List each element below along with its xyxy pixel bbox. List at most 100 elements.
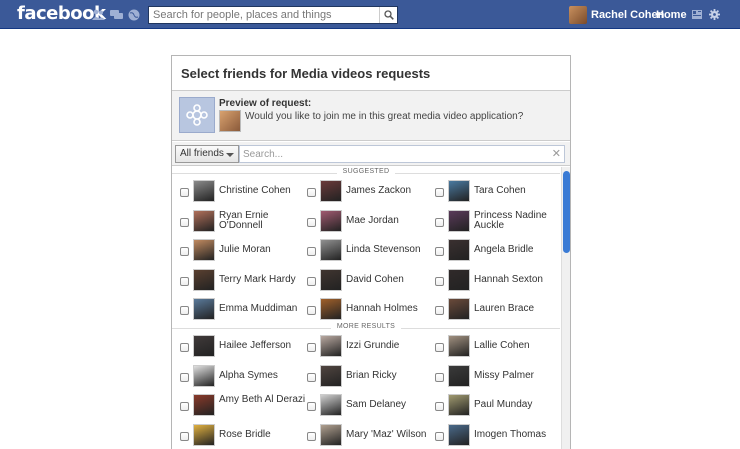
avatar [320, 298, 342, 320]
friend-checkbox[interactable] [180, 402, 189, 411]
friend-checkbox[interactable] [307, 217, 316, 227]
friend-item[interactable]: Paul Munday [435, 394, 563, 418]
friend-item[interactable]: Missy Palmer [435, 364, 563, 389]
friend-name: Hailee Jefferson [219, 340, 292, 351]
friend-checkbox[interactable] [180, 276, 189, 286]
avatar [320, 394, 342, 416]
friend-item[interactable]: Alpha Symes [180, 364, 308, 389]
filter-label: All friends [180, 148, 224, 159]
friend-name: Tara Cohen [474, 185, 526, 196]
friend-checkbox[interactable] [180, 247, 189, 256]
friend-checkbox[interactable] [435, 372, 444, 382]
friend-item[interactable]: Hannah Holmes [307, 298, 435, 322]
friend-checkbox[interactable] [435, 217, 444, 227]
clear-icon[interactable]: ✕ [552, 147, 561, 160]
friend-name: Princess Nadine Auckle [474, 209, 547, 231]
friend-checkbox[interactable] [180, 306, 189, 315]
friend-item[interactable]: Terry Mark Hardy [180, 268, 308, 293]
friend-checkbox[interactable] [435, 276, 444, 286]
friend-checkbox[interactable] [307, 276, 316, 286]
friend-item[interactable]: Christine Cohen [180, 180, 308, 204]
friend-item[interactable]: Mary 'Maz' Wilson [307, 423, 435, 448]
friend-checkbox[interactable] [435, 343, 444, 352]
avatar [320, 364, 342, 387]
top-search-input[interactable] [149, 7, 379, 23]
friend-name: Hannah Holmes [346, 303, 418, 314]
friend-name: Alpha Symes [219, 369, 278, 381]
avatar [193, 298, 215, 320]
friend-item[interactable]: Rose Bridle [180, 423, 308, 448]
friend-search-input[interactable] [240, 146, 540, 162]
friend-item[interactable]: Angela Bridle [435, 239, 563, 263]
avatar [448, 268, 470, 291]
friend-checkbox[interactable] [435, 247, 444, 256]
privacy-shortcuts-icon[interactable] [692, 10, 702, 22]
avatar [219, 110, 241, 132]
notifications-globe-icon[interactable] [128, 9, 140, 21]
friend-name: Lauren Brace [474, 303, 535, 314]
friend-checkbox[interactable] [307, 372, 316, 382]
friend-checkbox[interactable] [435, 306, 444, 315]
friend-item[interactable]: Imogen Thomas [435, 423, 563, 448]
gear-icon[interactable] [709, 9, 720, 23]
friend-item[interactable]: Hailee Jefferson [180, 335, 308, 359]
friend-item[interactable]: Lallie Cohen [435, 335, 563, 359]
messages-icon[interactable] [110, 9, 123, 20]
friend-item[interactable]: Ryan Ernie O'Donnell [180, 209, 308, 234]
filter-row: All friends ✕ [172, 142, 570, 166]
friends-filter-dropdown[interactable]: All friends [175, 145, 239, 163]
friend-checkbox[interactable] [307, 343, 316, 352]
friend-name: Lallie Cohen [474, 340, 530, 351]
avatar [193, 423, 215, 446]
friend-item[interactable]: Princess Nadine Auckle [435, 209, 563, 234]
friend-name: Ryan Ernie O'Donnell [219, 209, 269, 231]
search-icon[interactable] [379, 7, 397, 23]
friend-item[interactable]: Izzi Grundie [307, 335, 435, 359]
friend-checkbox[interactable] [180, 343, 189, 352]
friend-item[interactable]: Sam Delaney [307, 394, 435, 418]
friend-name: Mae Jordan [346, 214, 399, 226]
request-dialog: Select friends for Media videos requests… [171, 55, 571, 449]
friend-item[interactable]: Amy Beth Al Derazi [180, 394, 308, 418]
avatar [448, 335, 470, 357]
profile-link[interactable]: Rachel Cohen [569, 6, 664, 24]
friend-checkbox[interactable] [180, 217, 189, 227]
friend-checkbox[interactable] [307, 188, 316, 197]
request-preview: Preview of request: Would you like to jo… [172, 91, 570, 141]
avatar [320, 335, 342, 357]
friend-checkbox[interactable] [435, 431, 444, 441]
friend-name: Mary 'Maz' Wilson [346, 428, 427, 440]
avatar [193, 335, 215, 357]
avatar [193, 209, 215, 232]
friend-item[interactable]: David Cohen [307, 268, 435, 293]
friend-item[interactable]: Julie Moran [180, 239, 308, 263]
friend-checkbox[interactable] [180, 431, 189, 441]
friend-checkbox[interactable] [307, 247, 316, 256]
friend-item[interactable]: Linda Stevenson [307, 239, 435, 263]
friend-checkbox[interactable] [435, 188, 444, 197]
friend-item[interactable]: Brian Ricky [307, 364, 435, 389]
friend-requests-icon[interactable] [92, 9, 105, 20]
friend-checkbox[interactable] [307, 306, 316, 315]
friend-item[interactable]: Hannah Sexton [435, 268, 563, 293]
friend-checkbox[interactable] [435, 402, 444, 411]
friend-item[interactable]: James Zackon [307, 180, 435, 204]
friend-checkbox[interactable] [180, 188, 189, 197]
friend-item[interactable]: Lauren Brace [435, 298, 563, 322]
section-header-suggested: SUGGESTED [172, 168, 560, 178]
friend-item[interactable]: Mae Jordan [307, 209, 435, 234]
friend-checkbox[interactable] [307, 402, 316, 411]
friend-name: James Zackon [346, 185, 412, 196]
friend-item[interactable]: Tara Cohen [435, 180, 563, 204]
friend-checkbox[interactable] [180, 372, 189, 382]
friend-list: SUGGESTED MORE RESULTS Christine Cohen Ja… [172, 167, 570, 449]
friend-name: Brian Ricky [346, 369, 397, 381]
avatar [193, 239, 215, 261]
friend-item[interactable]: Emma Muddiman [180, 298, 308, 322]
friend-name: Christine Cohen [219, 185, 291, 196]
avatar [448, 423, 470, 446]
home-link[interactable]: Home [656, 9, 687, 21]
friend-checkbox[interactable] [307, 431, 316, 441]
friend-name: Sam Delaney [346, 399, 407, 410]
top-navigation-bar: facebook Rachel Cohen Home [0, 0, 740, 29]
